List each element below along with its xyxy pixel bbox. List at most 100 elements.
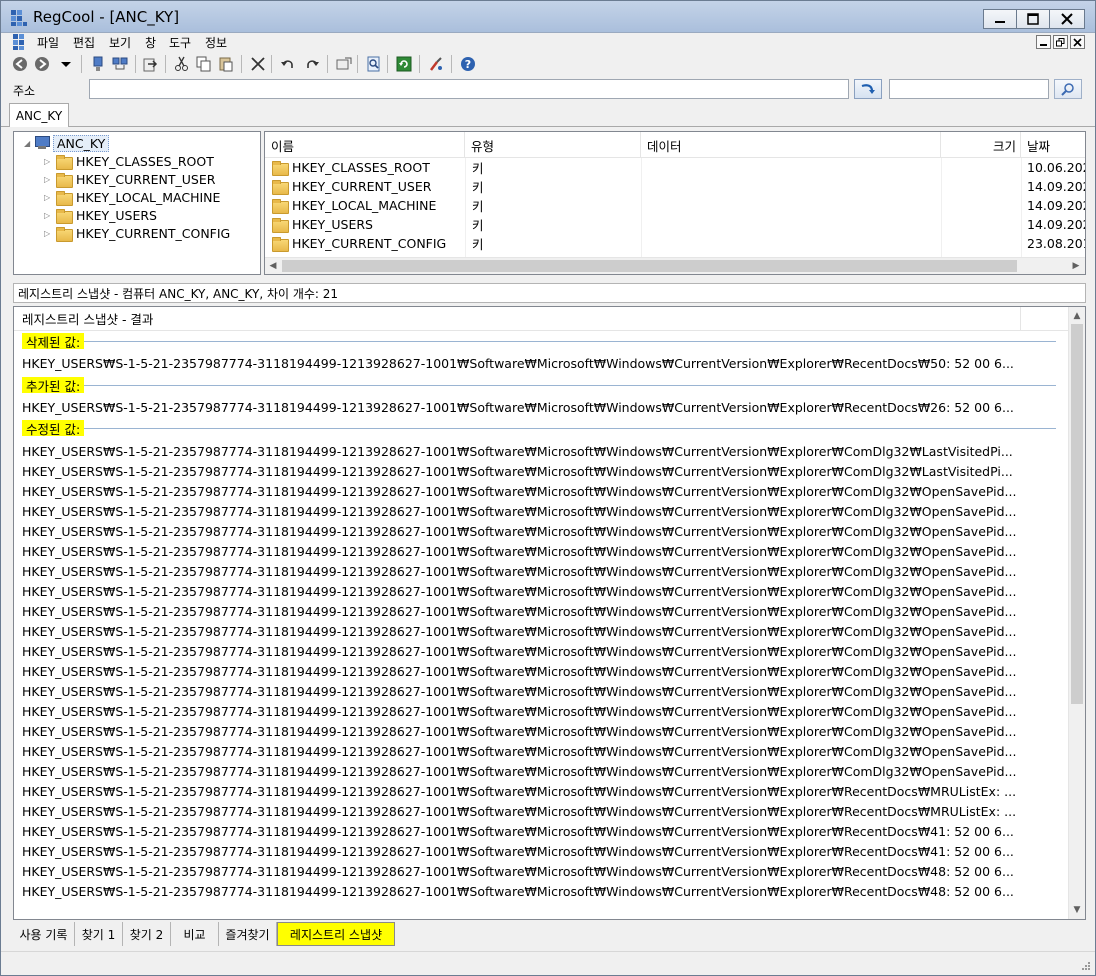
result-row[interactable]: HKEY_USERS₩S-1-5-21-2357987774-311819449… — [22, 861, 1014, 881]
address-go-button[interactable] — [854, 79, 882, 99]
result-row[interactable]: HKEY_USERS₩S-1-5-21-2357987774-311819449… — [22, 461, 1013, 481]
maximize-icon — [1027, 13, 1039, 25]
result-row[interactable]: HKEY_USERS₩S-1-5-21-2357987774-311819449… — [22, 353, 1014, 373]
column-header-name[interactable]: 이름 — [265, 132, 465, 158]
redo-button[interactable] — [303, 55, 321, 73]
expand-arrow-icon[interactable]: ▷ — [44, 175, 54, 184]
expand-arrow-icon[interactable]: ▷ — [44, 157, 54, 166]
result-row[interactable]: HKEY_USERS₩S-1-5-21-2357987774-311819449… — [22, 521, 1016, 541]
cut-button[interactable] — [173, 55, 191, 73]
tab-history[interactable]: 사용 기록 — [13, 922, 75, 946]
column-header-data[interactable]: 데이터 — [641, 132, 941, 158]
tab-find-2[interactable]: 찾기 2 — [123, 922, 171, 946]
export-button[interactable] — [141, 55, 159, 73]
forward-arrow-icon — [35, 57, 49, 71]
tab-compare[interactable]: 비교 — [171, 922, 219, 946]
column-header-size[interactable]: 크기 — [941, 132, 1021, 158]
result-row[interactable]: HKEY_USERS₩S-1-5-21-2357987774-311819449… — [22, 881, 1014, 901]
result-row[interactable]: HKEY_USERS₩S-1-5-21-2357987774-311819449… — [22, 561, 1016, 581]
bookmark-button[interactable] — [335, 55, 353, 73]
menu-info[interactable]: 정보 — [205, 34, 227, 51]
scroll-down-icon[interactable]: ▼ — [1070, 903, 1084, 917]
tab-favorites[interactable]: 즐겨찾기 — [219, 922, 277, 946]
delete-button[interactable] — [249, 55, 267, 73]
list-row[interactable]: HKEY_CURRENT_CONFIG 키 23.08.2017 — [265, 234, 1085, 253]
result-row[interactable]: HKEY_USERS₩S-1-5-21-2357987774-311819449… — [22, 581, 1016, 601]
help-button[interactable]: ? — [459, 55, 477, 73]
expand-arrow-icon[interactable]: ▷ — [44, 211, 54, 220]
history-dropdown-button[interactable] — [57, 55, 75, 73]
tab-anc-ky[interactable]: ANC_KY — [9, 103, 69, 127]
tab-find-1[interactable]: 찾기 1 — [75, 922, 123, 946]
scroll-right-icon[interactable]: ▶ — [1069, 260, 1083, 272]
find-button[interactable] — [365, 55, 383, 73]
menu-edit[interactable]: 편집 — [73, 34, 95, 51]
result-row[interactable]: HKEY_USERS₩S-1-5-21-2357987774-311819449… — [22, 641, 1016, 661]
tree-item-hkcc[interactable]: ▷ HKEY_CURRENT_CONFIG — [44, 224, 230, 242]
scroll-up-icon[interactable]: ▲ — [1070, 309, 1084, 323]
menu-file[interactable]: 파일 — [37, 34, 59, 51]
back-button[interactable] — [11, 55, 29, 73]
result-row[interactable]: HKEY_USERS₩S-1-5-21-2357987774-311819449… — [22, 441, 1013, 461]
result-row[interactable]: HKEY_USERS₩S-1-5-21-2357987774-311819449… — [22, 481, 1016, 501]
list-row[interactable]: HKEY_CURRENT_USER 키 14.09.2021 — [265, 177, 1085, 196]
result-row[interactable]: HKEY_USERS₩S-1-5-21-2357987774-311819449… — [22, 661, 1016, 681]
results-vertical-scrollbar[interactable]: ▲ ▼ — [1068, 307, 1085, 919]
result-row[interactable]: HKEY_USERS₩S-1-5-21-2357987774-311819449… — [22, 601, 1016, 621]
collapse-arrow-icon[interactable]: ◢ — [24, 139, 34, 148]
result-row[interactable]: HKEY_USERS₩S-1-5-21-2357987774-311819449… — [22, 541, 1016, 561]
tree-root[interactable]: ◢ ANC_KY — [24, 134, 110, 152]
column-header-date[interactable]: 날짜 — [1021, 132, 1085, 158]
list-row[interactable]: HKEY_USERS 키 14.09.2021 — [265, 215, 1085, 234]
maximize-button[interactable] — [1016, 9, 1050, 29]
column-header-type[interactable]: 유형 — [465, 132, 641, 158]
undo-button[interactable] — [279, 55, 297, 73]
result-row[interactable]: HKEY_USERS₩S-1-5-21-2357987774-311819449… — [22, 621, 1016, 641]
result-row[interactable]: HKEY_USERS₩S-1-5-21-2357987774-311819449… — [22, 501, 1016, 521]
menu-tools[interactable]: 도구 — [169, 34, 191, 51]
result-row[interactable]: HKEY_USERS₩S-1-5-21-2357987774-311819449… — [22, 781, 1016, 801]
resize-grip-icon[interactable] — [1081, 961, 1091, 971]
copy-button[interactable] — [195, 55, 213, 73]
tools-button[interactable] — [427, 55, 445, 73]
search-input[interactable] — [889, 79, 1049, 99]
results-title: 레지스트리 스냅샷 - 결과 — [14, 307, 1070, 331]
menu-window[interactable]: 창 — [145, 34, 156, 51]
expand-arrow-icon[interactable]: ▷ — [44, 229, 54, 238]
result-row[interactable]: HKEY_USERS₩S-1-5-21-2357987774-311819449… — [22, 701, 1016, 721]
list-row[interactable]: HKEY_CLASSES_ROOT 키 10.06.2021 — [265, 158, 1085, 177]
tree-item-hkcu[interactable]: ▷ HKEY_CURRENT_USER — [44, 170, 215, 188]
export-icon — [143, 58, 158, 72]
list-horizontal-scrollbar[interactable]: ◀ ▶ — [265, 257, 1085, 274]
mdi-close-button[interactable] — [1070, 35, 1085, 49]
result-row[interactable]: HKEY_USERS₩S-1-5-21-2357987774-311819449… — [22, 801, 1016, 821]
refresh-button[interactable] — [395, 55, 413, 73]
tree-item-hkcr[interactable]: ▷ HKEY_CLASSES_ROOT — [44, 152, 214, 170]
menu-view[interactable]: 보기 — [109, 34, 131, 51]
tree-item-hku[interactable]: ▷ HKEY_USERS — [44, 206, 157, 224]
forward-button[interactable] — [33, 55, 51, 73]
result-row[interactable]: HKEY_USERS₩S-1-5-21-2357987774-311819449… — [22, 681, 1016, 701]
connect-registry-button[interactable] — [89, 55, 107, 73]
paste-button[interactable] — [217, 55, 235, 73]
result-row[interactable]: HKEY_USERS₩S-1-5-21-2357987774-311819449… — [22, 821, 1014, 841]
result-row[interactable]: HKEY_USERS₩S-1-5-21-2357987774-311819449… — [22, 741, 1016, 761]
tree-item-hklm[interactable]: ▷ HKEY_LOCAL_MACHINE — [44, 188, 220, 206]
scroll-thumb[interactable] — [1071, 324, 1083, 704]
tab-registry-snapshot[interactable]: 레지스트리 스냅샷 — [277, 922, 395, 946]
result-row[interactable]: HKEY_USERS₩S-1-5-21-2357987774-311819449… — [22, 721, 1016, 741]
scroll-left-icon[interactable]: ◀ — [266, 260, 280, 272]
result-row[interactable]: HKEY_USERS₩S-1-5-21-2357987774-311819449… — [22, 841, 1014, 861]
search-button[interactable] — [1054, 79, 1082, 99]
scroll-thumb[interactable] — [282, 260, 1017, 272]
expand-arrow-icon[interactable]: ▷ — [44, 193, 54, 202]
network-connect-button[interactable] — [111, 55, 129, 73]
mdi-restore-button[interactable] — [1053, 35, 1068, 49]
mdi-minimize-button[interactable] — [1036, 35, 1051, 49]
address-input[interactable] — [89, 79, 849, 99]
close-button[interactable] — [1049, 9, 1085, 29]
result-row[interactable]: HKEY_USERS₩S-1-5-21-2357987774-311819449… — [22, 761, 1016, 781]
result-row[interactable]: HKEY_USERS₩S-1-5-21-2357987774-311819449… — [22, 397, 1014, 417]
minimize-button[interactable] — [983, 9, 1017, 29]
list-row[interactable]: HKEY_LOCAL_MACHINE 키 14.09.2021 — [265, 196, 1085, 215]
